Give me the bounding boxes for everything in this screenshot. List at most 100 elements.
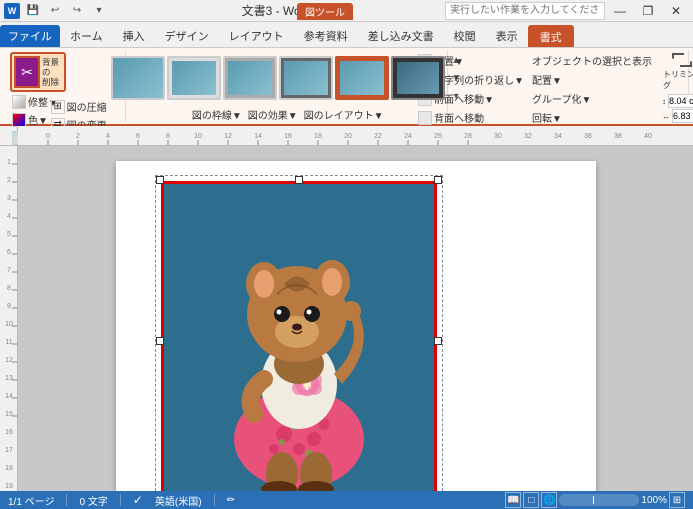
style-thumb-2[interactable]: [167, 56, 221, 100]
svg-text:10: 10: [5, 321, 13, 328]
arrange-group: ⊡ 位置▼ ≡ 文字列の折り返し▼ 前面へ移動▼ 背面へ移動: [450, 50, 689, 122]
save-quick-btn[interactable]: 💾: [24, 2, 42, 20]
svg-text:1: 1: [7, 159, 11, 166]
image-wrapper[interactable]: [161, 181, 437, 491]
styles-row: ▲ ▼ ▾: [111, 52, 464, 104]
web-view-btn[interactable]: 🌐: [541, 492, 557, 508]
tab-home[interactable]: ホーム: [60, 25, 113, 47]
status-div-3: [214, 494, 215, 506]
zoom-handle: [593, 496, 594, 504]
edit-mode-icon[interactable]: ✏: [227, 495, 235, 506]
svg-text:38: 38: [614, 133, 622, 140]
svg-text:20: 20: [344, 133, 352, 140]
restore-btn[interactable]: ❐: [635, 2, 661, 20]
undo-btn[interactable]: ↩: [46, 2, 64, 20]
tab-insert[interactable]: 挿入: [113, 25, 155, 47]
customize-btn[interactable]: ▾: [90, 2, 108, 20]
width-input[interactable]: [672, 109, 693, 123]
style-thumb-3[interactable]: [223, 56, 277, 100]
h-ruler-area: // Draw ruler ticks inline would need JS…: [0, 126, 693, 146]
read-view-btn[interactable]: 📖: [505, 492, 521, 508]
group-btn[interactable]: グループ化▼: [530, 90, 654, 107]
v-ruler-svg: 1 2 3 4 5 6 7 8 9 10 11 12 13 14 15 16 1: [0, 146, 18, 491]
zoom-level: 100%: [641, 495, 667, 506]
window-controls: — ❐ ✕: [445, 2, 689, 20]
svg-text:6: 6: [136, 133, 140, 140]
page: [116, 161, 596, 491]
style-thumb-6[interactable]: [391, 56, 445, 100]
tab-references[interactable]: 参考資料: [294, 25, 358, 47]
layout-btn[interactable]: 図のレイアウト▼: [302, 106, 386, 123]
remove-bg-label: 背景の削除: [42, 57, 62, 88]
effects-btn[interactable]: 図の効果▼: [246, 106, 300, 123]
svg-text:12: 12: [224, 133, 232, 140]
svg-text:24: 24: [404, 133, 412, 140]
rotate-btn[interactable]: 回転▼: [530, 109, 654, 126]
style-thumb-5[interactable]: [335, 56, 389, 100]
svg-text:22: 22: [374, 133, 382, 140]
remove-bg-icon: ✂: [14, 56, 40, 88]
status-div-2: [120, 494, 121, 506]
arrange-col2: オブジェクトの選択と表示 配置▼ グループ化▼ 回転▼: [530, 52, 654, 126]
tab-mailings[interactable]: 差し込み文書: [358, 25, 444, 47]
svg-text:8: 8: [7, 285, 11, 292]
search-input[interactable]: [445, 2, 605, 20]
spell-check-icon[interactable]: ✓: [133, 493, 143, 507]
redo-btn[interactable]: ↪: [68, 2, 86, 20]
handle-mid-left[interactable]: [156, 337, 164, 345]
tab-layout[interactable]: レイアウト: [219, 25, 294, 47]
crop-btn[interactable]: トリミング: [662, 52, 693, 92]
handle-mid-right[interactable]: [434, 337, 442, 345]
remove-bg-btn[interactable]: ✂ 背景の削除: [10, 52, 66, 92]
svg-text:13: 13: [5, 375, 13, 382]
backward-btn[interactable]: 背面へ移動: [416, 109, 526, 126]
print-view-btn[interactable]: □: [523, 492, 539, 508]
zoom-fit-btn[interactable]: ⊞: [669, 492, 685, 508]
svg-text:9: 9: [7, 303, 11, 310]
svg-text:4: 4: [106, 133, 110, 140]
height-row: ↕: [662, 94, 693, 108]
svg-text:17: 17: [5, 447, 13, 454]
page-count: 1/1 ページ: [8, 493, 54, 508]
svg-text:7: 7: [7, 267, 11, 274]
svg-text:14: 14: [5, 393, 13, 400]
tab-review[interactable]: 校閲: [444, 25, 486, 47]
handle-top-right[interactable]: [434, 176, 442, 184]
tab-format[interactable]: 書式: [528, 25, 574, 47]
svg-text:16: 16: [284, 133, 292, 140]
svg-text:12: 12: [5, 357, 13, 364]
handle-top-left[interactable]: [156, 176, 164, 184]
corrections-icon: [12, 95, 26, 109]
style-thumb-4[interactable]: [279, 56, 333, 100]
align-btn[interactable]: 配置▼: [530, 71, 654, 88]
ruler-svg: // Draw ruler ticks inline would need JS…: [18, 126, 693, 146]
app-body: W 💾 ↩ ↪ ▾ 文書3 - Word 図ツール — ❐ ✕ ファイル ホーム…: [0, 0, 693, 509]
ribbon-tabs: ファイル ホーム 挿入 デザイン レイアウト 参考資料 差し込み文書 校閲 表示…: [0, 22, 693, 48]
style-thumb-1[interactable]: [111, 56, 165, 100]
close-btn[interactable]: ✕: [663, 2, 689, 20]
word-icon: W: [4, 3, 20, 19]
svg-text:6: 6: [7, 249, 11, 256]
tab-view[interactable]: 表示: [486, 25, 528, 47]
svg-text:19: 19: [5, 483, 13, 490]
svg-text:10: 10: [194, 133, 202, 140]
svg-text:11: 11: [5, 339, 12, 346]
height-input[interactable]: [668, 94, 693, 108]
selection-btn[interactable]: オブジェクトの選択と表示: [530, 52, 654, 69]
svg-text:30: 30: [494, 133, 502, 140]
tab-file[interactable]: ファイル: [0, 25, 60, 47]
tab-design[interactable]: デザイン: [155, 25, 219, 47]
handle-top-mid[interactable]: [295, 176, 303, 184]
figure-tools-label: 図ツール: [297, 3, 353, 20]
svg-text:18: 18: [5, 465, 13, 472]
status-bar: 1/1 ページ 0 文字 ✓ 英語(米国) ✏ 📖 □ 🌐 100% ⊞: [0, 491, 693, 509]
svg-text:36: 36: [584, 133, 592, 140]
zoom-slider[interactable]: [559, 494, 639, 506]
title-bar: W 💾 ↩ ↪ ▾ 文書3 - Word 図ツール — ❐ ✕: [0, 0, 693, 22]
title-bar-left: W 💾 ↩ ↪ ▾: [4, 2, 108, 20]
image-container[interactable]: [161, 181, 437, 491]
border-btn[interactable]: 図の枠線▼: [190, 106, 244, 123]
arrange-content: ⊡ 位置▼ ≡ 文字列の折り返し▼ 前面へ移動▼ 背面へ移動: [416, 52, 693, 126]
minimize-btn[interactable]: —: [607, 2, 633, 20]
doc-area[interactable]: [18, 146, 693, 491]
